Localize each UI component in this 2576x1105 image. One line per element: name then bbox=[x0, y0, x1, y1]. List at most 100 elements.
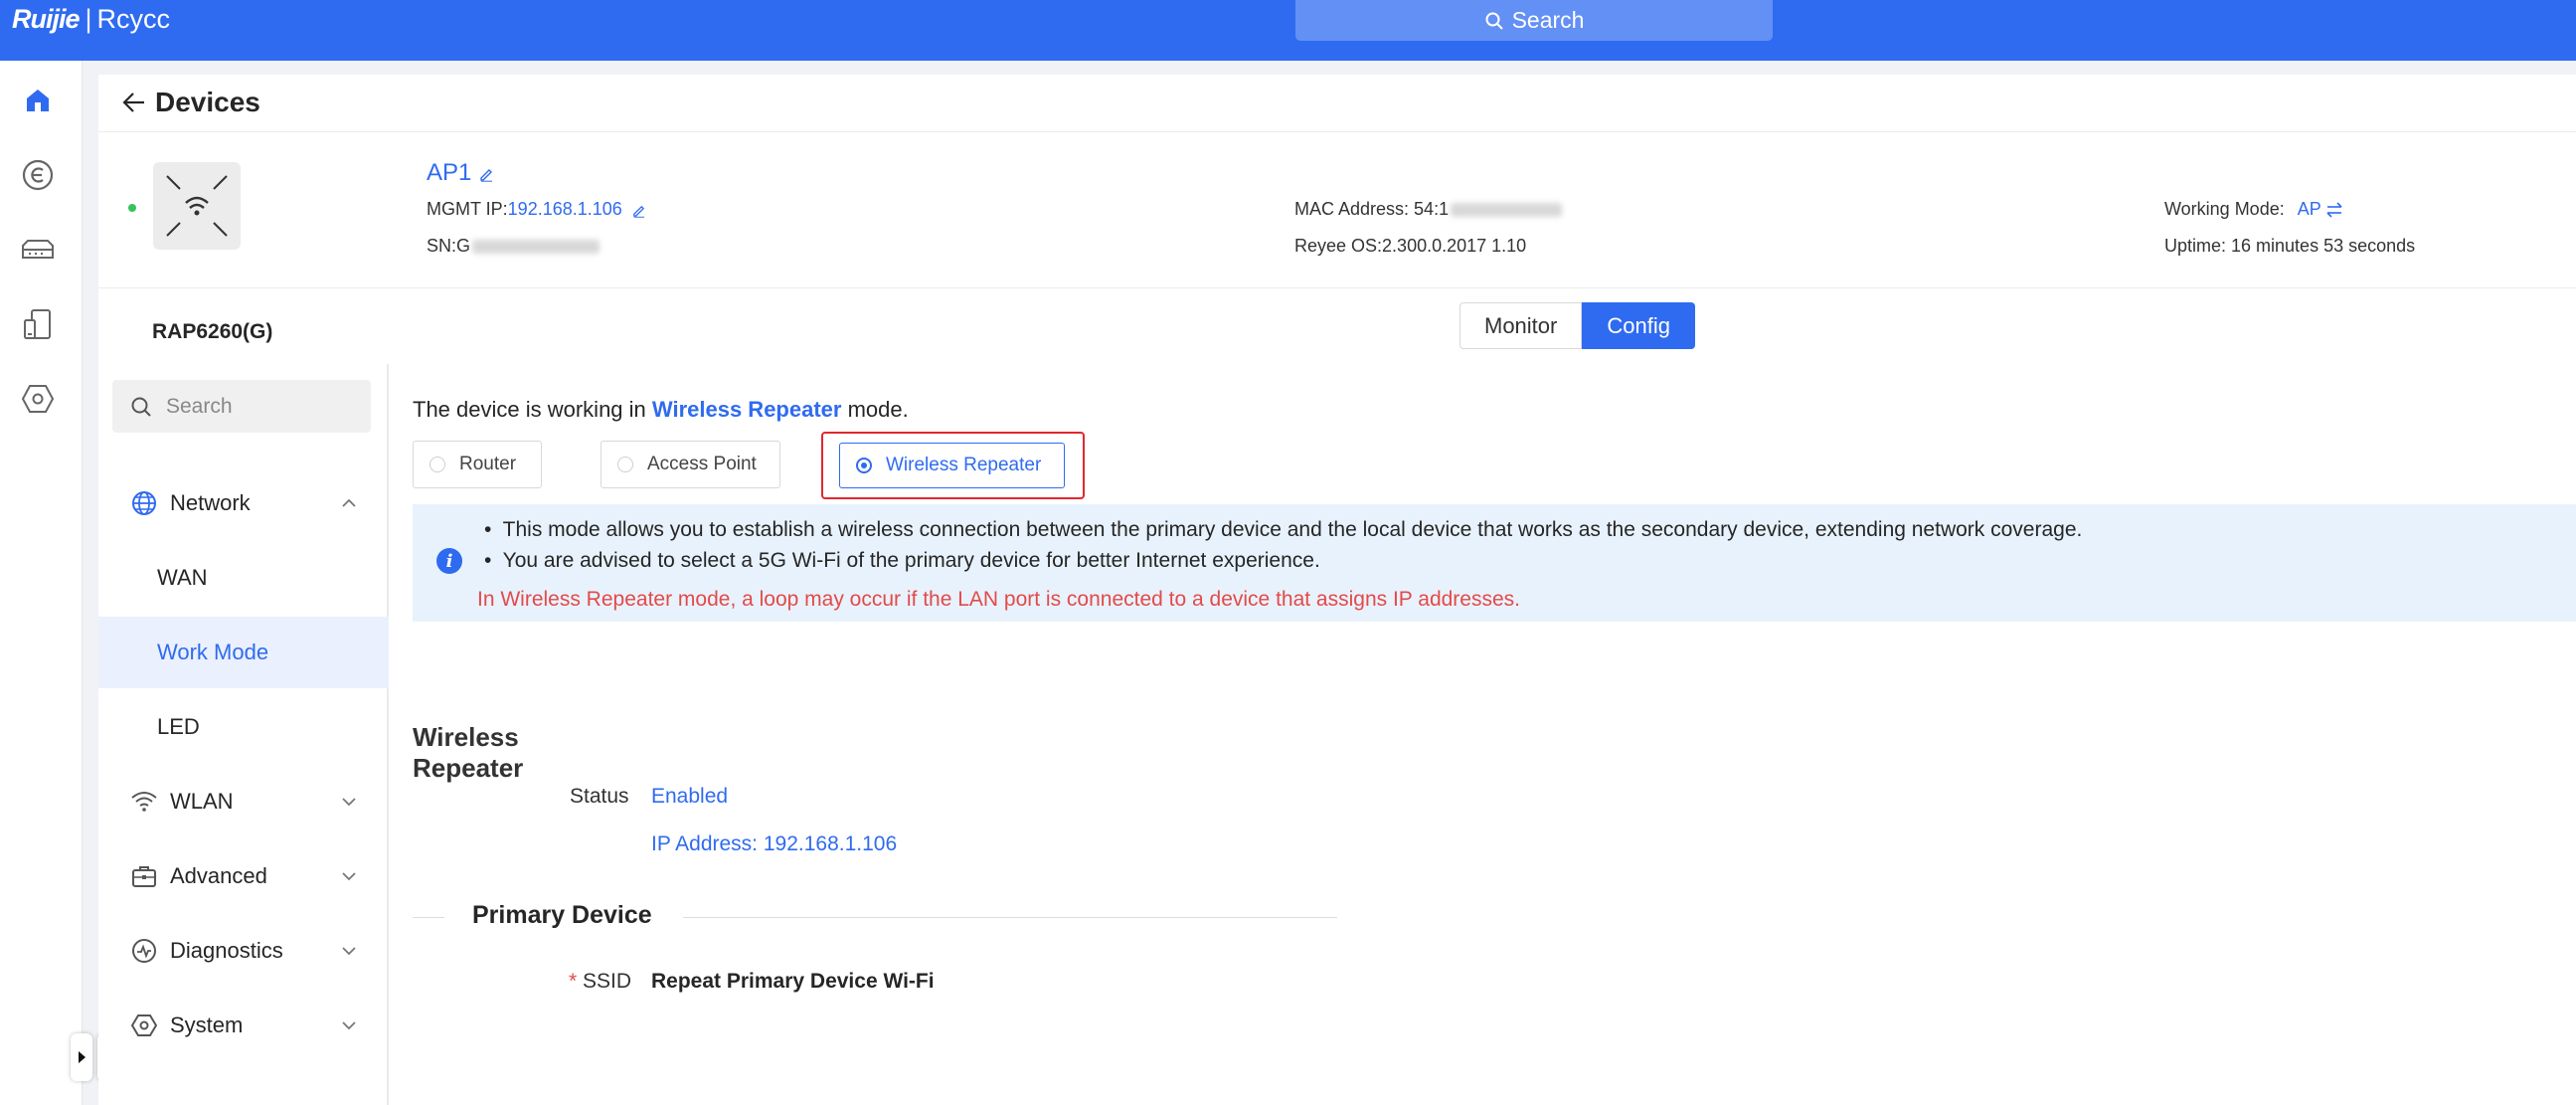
system-gear-icon bbox=[131, 1014, 157, 1036]
search-icon bbox=[131, 397, 151, 417]
tab-monitor[interactable]: Monitor bbox=[1460, 302, 1583, 349]
rail-switch-device[interactable] bbox=[20, 232, 56, 268]
config-menu: Search Network WAN Work Mode LED WLAN Ad… bbox=[98, 364, 389, 1105]
logo-primary: Ruijie bbox=[12, 4, 81, 34]
access-point-icon bbox=[166, 175, 228, 237]
chevron-down-icon bbox=[342, 947, 356, 956]
os-version: Reyee OS:2.300.0.2017 1.10 bbox=[1294, 236, 1527, 256]
mode-option-access-point[interactable]: Access Point bbox=[601, 441, 780, 488]
mgmt-ip-row: MGMT IP:192.168.1.106 bbox=[427, 199, 646, 220]
menu-label-wlan: WLAN bbox=[170, 789, 234, 814]
mac-label: MAC Address: bbox=[1294, 199, 1415, 219]
mode-option-router[interactable]: Router bbox=[413, 441, 542, 488]
sn-label: SN: bbox=[427, 236, 457, 256]
mgmt-ip-label: MGMT IP: bbox=[427, 199, 508, 219]
menu-label-work-mode: Work Mode bbox=[157, 640, 269, 664]
client-device-icon bbox=[24, 309, 51, 339]
primary-device-title: Primary Device bbox=[472, 901, 652, 929]
menu-label-led: LED bbox=[157, 714, 200, 739]
required-asterisk: * bbox=[569, 970, 578, 993]
logo-separator: | bbox=[85, 4, 92, 34]
menu-item-diagnostics[interactable]: Diagnostics bbox=[98, 915, 389, 987]
sn-value: G bbox=[456, 236, 471, 256]
device-name[interactable]: AP1 bbox=[427, 159, 494, 187]
mode-prefix: The device is working in bbox=[413, 397, 652, 422]
working-mode-label: Working Mode: bbox=[2164, 199, 2285, 219]
uptime: Uptime: 16 minutes 53 seconds bbox=[2164, 236, 2416, 256]
main-panel: Devices RAP6260(G) AP1 MGMT IP:192.168.1… bbox=[98, 75, 2576, 1105]
menu-item-wan[interactable]: WAN bbox=[98, 542, 389, 614]
menu-label-diagnostics: Diagnostics bbox=[170, 938, 283, 963]
mode-suffix: mode. bbox=[841, 397, 909, 422]
menu-item-advanced[interactable]: Advanced bbox=[98, 840, 389, 912]
ip-address-value: IP Address: 192.168.1.106 bbox=[651, 832, 898, 855]
mgmt-ip-link[interactable]: 192.168.1.106 bbox=[508, 199, 622, 219]
primary-device-divider: Primary Device bbox=[413, 899, 1337, 935]
search-icon bbox=[1485, 12, 1503, 30]
chevron-down-icon bbox=[342, 872, 356, 881]
rail-settings[interactable] bbox=[20, 381, 56, 417]
ssid-label: SSID bbox=[583, 970, 632, 993]
tab-config[interactable]: Config bbox=[1582, 302, 1695, 349]
cloud-service-icon bbox=[22, 159, 54, 191]
menu-item-network[interactable]: Network bbox=[98, 467, 389, 539]
menu-search-placeholder: Search bbox=[166, 394, 233, 418]
menu-search-input[interactable]: Search bbox=[112, 380, 371, 433]
logo-secondary: Rcycc bbox=[96, 4, 171, 34]
menu-label-wan: WAN bbox=[157, 565, 208, 590]
ssid-value[interactable]: Repeat Primary Device Wi-Fi bbox=[651, 970, 935, 994]
edit-pencil-icon[interactable] bbox=[631, 203, 646, 218]
mode-status-line: The device is working in Wireless Repeat… bbox=[413, 397, 909, 423]
divider-line-right bbox=[683, 917, 1337, 918]
chevron-down-icon bbox=[342, 1021, 356, 1030]
monitor-config-tabs: Monitor Config bbox=[1460, 302, 1695, 349]
rail-cloud-service[interactable] bbox=[20, 157, 56, 193]
highlight-annotation-box bbox=[821, 432, 1085, 499]
menu-item-system[interactable]: System bbox=[98, 990, 389, 1061]
switch-device-icon bbox=[22, 240, 54, 259]
notice-item-1: • This mode allows you to establish a wi… bbox=[484, 518, 2083, 541]
mac-redacted bbox=[1451, 203, 1563, 218]
notice-warning: In Wireless Repeater mode, a loop may oc… bbox=[477, 588, 1520, 611]
working-mode-row: Working Mode: AP bbox=[2164, 199, 2343, 220]
mode-option-router-label: Router bbox=[459, 454, 517, 474]
device-name-text: AP1 bbox=[427, 159, 472, 186]
home-icon bbox=[27, 90, 49, 111]
mode-option-access-point-label: Access Point bbox=[647, 454, 757, 474]
rail-expand-toggle[interactable] bbox=[71, 1033, 92, 1081]
top-bar: Ruijie | Rcycc Search bbox=[0, 0, 2576, 61]
menu-item-wlan[interactable]: WLAN bbox=[98, 766, 389, 837]
rail-home[interactable] bbox=[20, 83, 56, 118]
working-mode-value[interactable]: AP bbox=[2298, 199, 2321, 219]
back-arrow-icon[interactable] bbox=[120, 89, 148, 116]
rail-client-device[interactable] bbox=[20, 306, 56, 342]
device-model: RAP6260(G) bbox=[152, 320, 273, 343]
menu-label-advanced: Advanced bbox=[170, 863, 267, 888]
notice-text-1: This mode allows you to establish a wire… bbox=[502, 518, 2083, 541]
notice-text-2: You are advised to select a 5G Wi-Fi of … bbox=[502, 549, 1320, 572]
settings-hex-icon bbox=[21, 385, 55, 413]
status-label: Status bbox=[570, 785, 629, 808]
chevron-up-icon bbox=[342, 498, 356, 507]
edit-pencil-icon[interactable] bbox=[478, 166, 494, 182]
notice-item-2: • You are advised to select a 5G Wi-Fi o… bbox=[484, 549, 1320, 572]
status-value: Enabled bbox=[651, 785, 729, 808]
wifi-icon bbox=[131, 792, 157, 812]
radio-circle bbox=[617, 457, 633, 472]
mode-current-name: Wireless Repeater bbox=[651, 397, 842, 422]
ssid-label-row: * SSID bbox=[569, 970, 631, 994]
menu-item-led[interactable]: LED bbox=[98, 691, 389, 763]
global-search-label: Search bbox=[1511, 7, 1585, 33]
menu-item-work-mode[interactable]: Work Mode bbox=[98, 617, 389, 688]
sn-row: SN:G bbox=[427, 236, 601, 257]
swap-arrows-icon[interactable] bbox=[2325, 202, 2343, 218]
menu-label-system: System bbox=[170, 1013, 244, 1037]
caret-right-icon bbox=[79, 1051, 86, 1063]
sn-redacted bbox=[472, 240, 601, 255]
info-divider bbox=[98, 287, 2576, 288]
mac-row: MAC Address: 54:1 bbox=[1294, 199, 1563, 220]
mac-value: 54:1 bbox=[1414, 199, 1450, 219]
global-search-button[interactable]: Search bbox=[1295, 0, 1773, 41]
brand-logo[interactable]: Ruijie | Rcycc bbox=[12, 4, 170, 35]
divider-line-left bbox=[413, 917, 444, 918]
